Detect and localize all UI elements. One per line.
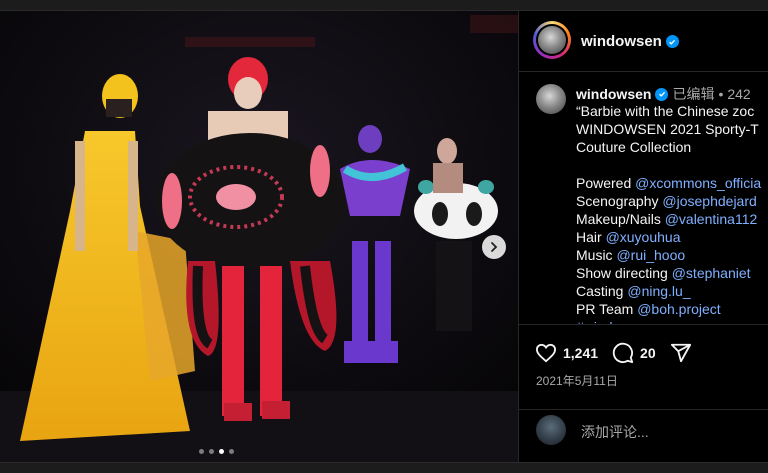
- browser-top-strip: [0, 0, 768, 11]
- caption-line: Show directing @stephaniet: [576, 264, 768, 282]
- like-count[interactable]: 1,241: [563, 345, 598, 361]
- caption-text: PR Team: [576, 301, 638, 317]
- carousel-next-button[interactable]: [482, 235, 506, 259]
- caption-text: Couture Collection: [576, 139, 692, 155]
- verified-badge-icon: [665, 35, 679, 48]
- header-username[interactable]: windowsen: [581, 33, 662, 50]
- comment-count[interactable]: 20: [640, 345, 656, 361]
- caption-line: [576, 156, 768, 174]
- caption-line: Makeup/Nails @valentina112: [576, 210, 768, 228]
- runway-photo: [0, 11, 518, 462]
- post-details-panel: windowsen windowsen 已编辑 • 242 “Barbie wi…: [518, 11, 768, 462]
- carousel-dot: [229, 449, 234, 454]
- caption-text: Casting: [576, 283, 628, 299]
- carousel-dot: [199, 449, 204, 454]
- separator-dot: •: [718, 86, 724, 102]
- like-button[interactable]: 1,241: [535, 343, 598, 363]
- edited-label: 已编辑: [672, 86, 715, 102]
- caption-text: Music: [576, 247, 617, 263]
- heart-icon: [535, 343, 557, 363]
- caption-text: Makeup/Nails: [576, 211, 665, 227]
- current-user-avatar: [536, 415, 566, 445]
- post-caption: “Barbie with the Chinese zoc WINDOWSEN 20…: [576, 102, 768, 324]
- carousel-dot: [219, 449, 224, 454]
- post-image[interactable]: [0, 11, 518, 462]
- add-comment-input[interactable]: 添加评论...: [581, 422, 649, 442]
- caption-mention-link[interactable]: @valentina112: [665, 211, 758, 227]
- post-actions: 1,241 20 2021年5月11日 添加评论...: [519, 324, 768, 465]
- post-time: 242: [727, 86, 751, 102]
- caption-text: Scenography: [576, 193, 663, 209]
- caption-line: Scenography @josephdejard: [576, 192, 768, 210]
- caption-username[interactable]: windowsen: [576, 86, 651, 102]
- browser-bottom-strip: [0, 462, 768, 473]
- caption-line: WINDOWSEN 2021 Sporty-T: [576, 120, 768, 138]
- caption-line: Casting @ning.lu_: [576, 282, 768, 300]
- speech-bubble-icon: [612, 342, 634, 364]
- caption-mention-link[interactable]: @ning.lu_: [627, 283, 690, 299]
- caption-mention-link[interactable]: @boh.project: [637, 301, 720, 317]
- caption-mention-link[interactable]: @josephdejard: [662, 193, 756, 209]
- caption-line: Couture Collection: [576, 138, 768, 156]
- caption-mention-link[interactable]: @xcommons_officia: [635, 175, 761, 191]
- caption-line: PR Team @boh.project: [576, 300, 768, 318]
- author-avatar[interactable]: [533, 21, 571, 59]
- caption-line: Hair @xuyouhua: [576, 228, 768, 246]
- verified-badge-icon: [655, 87, 669, 101]
- caption-avatar[interactable]: [536, 84, 566, 114]
- chevron-right-icon: [491, 242, 498, 252]
- caption-header: windowsen 已编辑 • 242: [576, 84, 751, 104]
- comment-button[interactable]: 20: [612, 342, 656, 364]
- caption-line: Powered @xcommons_officia: [576, 174, 768, 192]
- share-button[interactable]: [670, 342, 692, 364]
- caption-text: Powered: [576, 175, 636, 191]
- author-username-link[interactable]: windowsen: [581, 33, 679, 50]
- carousel-indicator: [199, 449, 234, 454]
- post-header: windowsen: [519, 11, 768, 72]
- caption-mention-link[interactable]: @rui_hooo: [616, 247, 685, 263]
- caption-mention-link[interactable]: @stephaniet: [672, 265, 751, 281]
- paper-plane-icon: [670, 343, 691, 363]
- caption-text: Show directing: [576, 265, 672, 281]
- carousel-dot: [209, 449, 214, 454]
- caption-line: Music @rui_hooo: [576, 246, 768, 264]
- post-date[interactable]: 2021年5月11日: [536, 372, 618, 389]
- caption-mention-link[interactable]: @xuyouhua: [606, 229, 681, 245]
- caption-line: “Barbie with the Chinese zoc: [576, 102, 768, 120]
- caption-text: WINDOWSEN 2021 Sporty-T: [576, 121, 759, 137]
- caption-text: Hair: [576, 229, 606, 245]
- caption-text: “Barbie with the Chinese zoc: [576, 103, 755, 119]
- comments-scroll-area[interactable]: windowsen 已编辑 • 242 “Barbie with the Chi…: [519, 72, 768, 324]
